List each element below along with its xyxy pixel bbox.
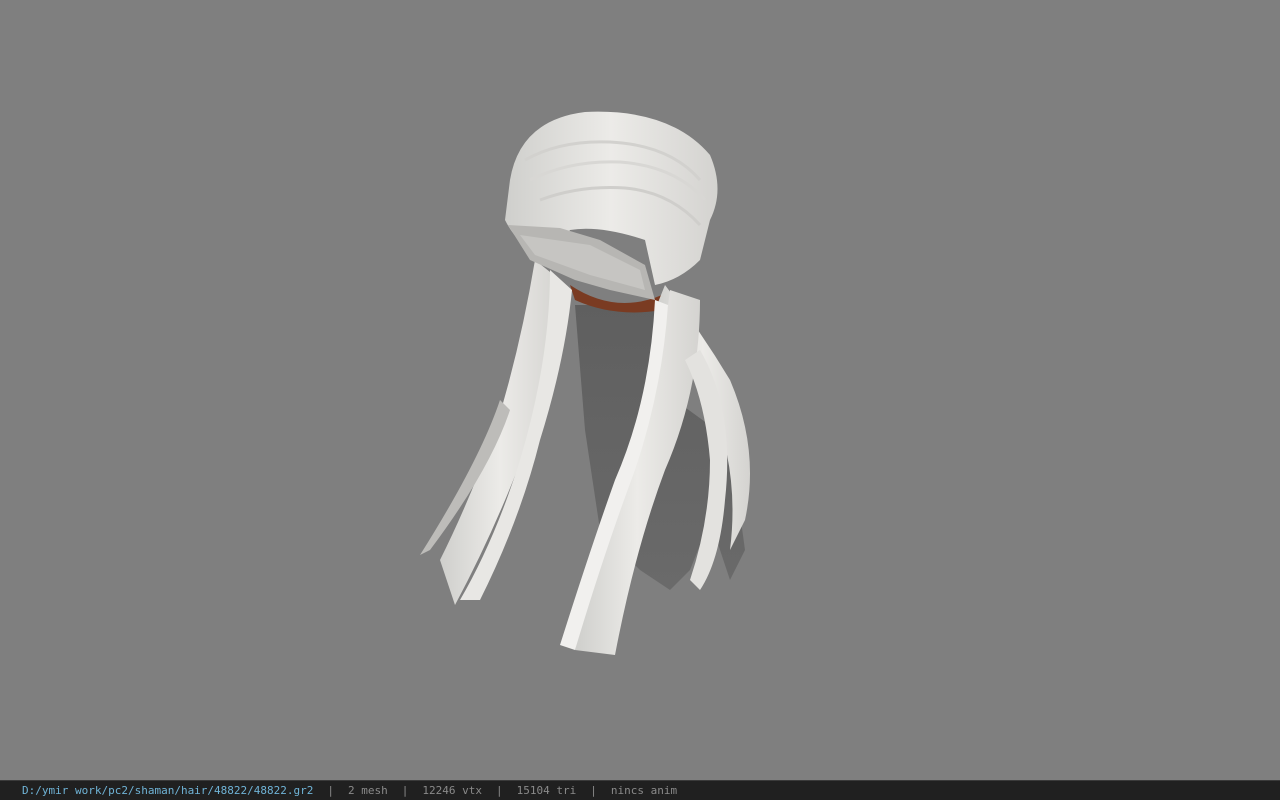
- separator: |: [401, 784, 409, 797]
- hair-mesh-icon: [420, 111, 750, 655]
- separator: |: [327, 784, 335, 797]
- 3d-viewport[interactable]: [0, 0, 1280, 780]
- file-path: D:/ymir work/pc2/shaman/hair/48822/48822…: [22, 784, 314, 797]
- triangle-count: 15104 tri: [516, 784, 577, 797]
- animation-status: nincs anim: [610, 784, 678, 797]
- mesh-count: 2 mesh: [348, 784, 388, 797]
- separator: |: [496, 784, 503, 797]
- vertex-count: 12246 vtx: [422, 784, 483, 797]
- status-bar: D:/ymir work/pc2/shaman/hair/48822/48822…: [0, 780, 1280, 800]
- separator: |: [590, 784, 597, 797]
